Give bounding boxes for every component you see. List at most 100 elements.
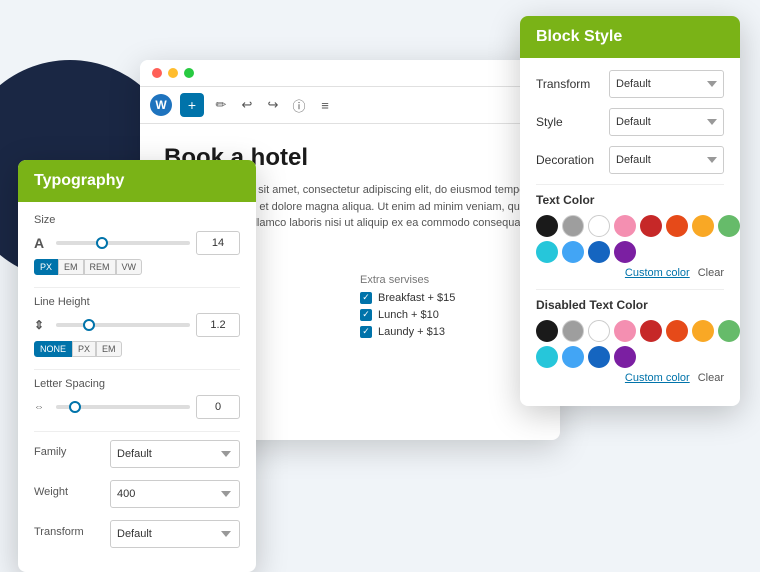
size-label: Size [34,214,240,226]
color-swatch-green[interactable] [718,215,740,237]
checkbox-laundry[interactable]: ✓ [360,326,372,338]
color-swatch-grey[interactable] [562,320,584,342]
color-swatch-black[interactable] [536,215,558,237]
family-label: Family [34,446,66,458]
bs-divider2 [536,289,724,290]
edit-icon[interactable]: ✏ [212,96,230,114]
list-item: ✓ Laundy + $13 [360,326,536,338]
lh-unit-none[interactable]: NONE [34,341,72,357]
color-swatch-amber[interactable] [692,320,714,342]
line-height-unit-buttons: NONE PX EM [34,341,240,357]
unit-px[interactable]: PX [34,259,58,275]
color-swatch-cyan[interactable] [536,241,558,263]
line-height-label: Line Height [34,296,240,308]
bs-decoration-row: Decoration Default [536,146,724,174]
info-icon[interactable]: ⓘ [290,96,308,114]
typography-body: Size A PX EM REM VW Line Height ⇕ [18,202,256,572]
typography-header: Typography [18,160,256,202]
text-color-grid [536,215,724,263]
text-color-clear-button[interactable]: Clear [698,267,724,279]
disabled-color-clear-button[interactable]: Clear [698,372,724,384]
lh-unit-px[interactable]: PX [72,341,96,357]
color-swatch-white[interactable] [588,320,610,342]
col2: Extra servises ✓ Breakfast + $15 ✓ Lunch… [360,274,536,343]
size-row: A [34,231,240,255]
disabled-color-grid [536,320,724,368]
color-swatch-dark-red[interactable] [640,215,662,237]
disabled-text-color-title: Disabled Text Color [536,298,724,312]
divider [34,287,240,288]
service-label: Lunch + $10 [378,309,439,321]
letter-spacing-slider[interactable] [56,405,190,409]
color-swatch-purple[interactable] [614,346,636,368]
weight-label: Weight [34,486,68,498]
unit-rem[interactable]: REM [84,259,116,275]
color-swatch-cyan[interactable] [536,346,558,368]
color-swatch-deep-orange[interactable] [666,215,688,237]
size-slider-thumb [96,237,108,249]
color-swatch-amber[interactable] [692,215,714,237]
line-height-slider-thumb [83,319,95,331]
bs-style-select[interactable]: Default [609,108,724,136]
divider3 [34,431,240,432]
color-swatch-grey[interactable] [562,215,584,237]
list-item: ✓ Lunch + $10 [360,309,536,321]
bs-transform-row: Transform Default [536,70,724,98]
checkbox-lunch[interactable]: ✓ [360,309,372,321]
col2-header: Extra servises [360,274,536,286]
maximize-button[interactable] [184,68,194,78]
minimize-button[interactable] [168,68,178,78]
bs-transform-label: Transform [536,77,606,91]
transform-section: Transform Default [34,520,240,548]
color-swatch-dark-red[interactable] [640,320,662,342]
weight-section: Weight 400 [34,480,240,508]
divider2 [34,369,240,370]
color-swatch-dark-blue[interactable] [588,346,610,368]
letter-spacing-label: Letter Spacing [34,378,240,390]
letter-spacing-input[interactable] [196,395,240,419]
color-swatch-purple[interactable] [614,241,636,263]
bs-transform-select[interactable]: Default [609,70,724,98]
color-swatch-blue[interactable] [562,241,584,263]
weight-select[interactable]: 400 [110,480,240,508]
letter-spacing-slider-thumb [69,401,81,413]
add-block-button[interactable]: + [180,93,204,117]
typography-panel: Typography Size A PX EM REM VW Line Heig… [18,160,256,572]
size-slider[interactable] [56,241,190,245]
unit-vw[interactable]: VW [116,259,143,275]
color-swatch-green[interactable] [718,320,740,342]
line-height-slider[interactable] [56,323,190,327]
color-swatch-pink[interactable] [614,320,636,342]
line-height-section: Line Height ⇕ NONE PX EM [34,296,240,357]
disabled-color-actions: Custom color Clear [536,372,724,384]
text-color-custom-link[interactable]: Custom color [625,267,690,279]
color-swatch-deep-orange[interactable] [666,320,688,342]
transform-select[interactable]: Default [110,520,240,548]
line-height-row: ⇕ [34,313,240,337]
block-style-panel: Block Style Transform Default Style Defa… [520,16,740,406]
redo-icon[interactable]: ↪ [264,96,282,114]
bs-decoration-select[interactable]: Default [609,146,724,174]
family-select[interactable]: Default [110,440,240,468]
color-swatch-pink[interactable] [614,215,636,237]
color-swatch-white[interactable] [588,215,610,237]
block-style-body: Transform Default Style Default Decorati… [520,58,740,406]
menu-icon[interactable]: ≡ [316,96,334,114]
family-section: Family Default [34,440,240,468]
line-height-input[interactable] [196,313,240,337]
lh-unit-em[interactable]: EM [96,341,122,357]
list-item: ✓ Breakfast + $15 [360,292,536,304]
letter-spacing-icon: ⇔ [34,402,50,413]
undo-icon[interactable]: ↩ [238,96,256,114]
color-swatch-black[interactable] [536,320,558,342]
unit-em[interactable]: EM [58,259,84,275]
editor-toolbar: W + ✏ ↩ ↪ ⓘ ≡ Save [140,87,560,124]
close-button[interactable] [152,68,162,78]
disabled-color-custom-link[interactable]: Custom color [625,372,690,384]
color-swatch-dark-blue[interactable] [588,241,610,263]
wp-logo: W [150,94,172,116]
text-color-actions: Custom color Clear [536,267,724,279]
size-input[interactable] [196,231,240,255]
checkbox-breakfast[interactable]: ✓ [360,292,372,304]
color-swatch-blue[interactable] [562,346,584,368]
